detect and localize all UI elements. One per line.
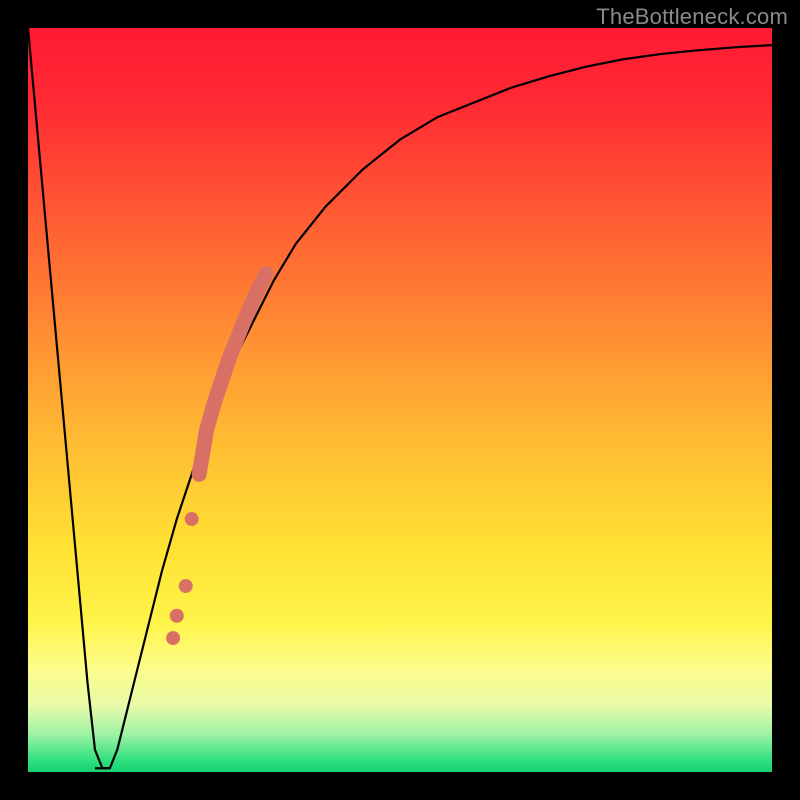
marker-dot xyxy=(166,631,180,645)
marker-dot xyxy=(185,512,199,526)
marker-dot xyxy=(179,579,193,593)
watermark-text: TheBottleneck.com xyxy=(596,4,788,30)
marker-dot xyxy=(170,609,184,623)
chart-frame: TheBottleneck.com xyxy=(0,0,800,800)
marker-dots xyxy=(166,512,199,645)
plot-area xyxy=(28,28,772,772)
curve-layer xyxy=(28,28,772,772)
bottleneck-curve xyxy=(28,28,772,768)
marker-dense-segment xyxy=(199,274,266,475)
